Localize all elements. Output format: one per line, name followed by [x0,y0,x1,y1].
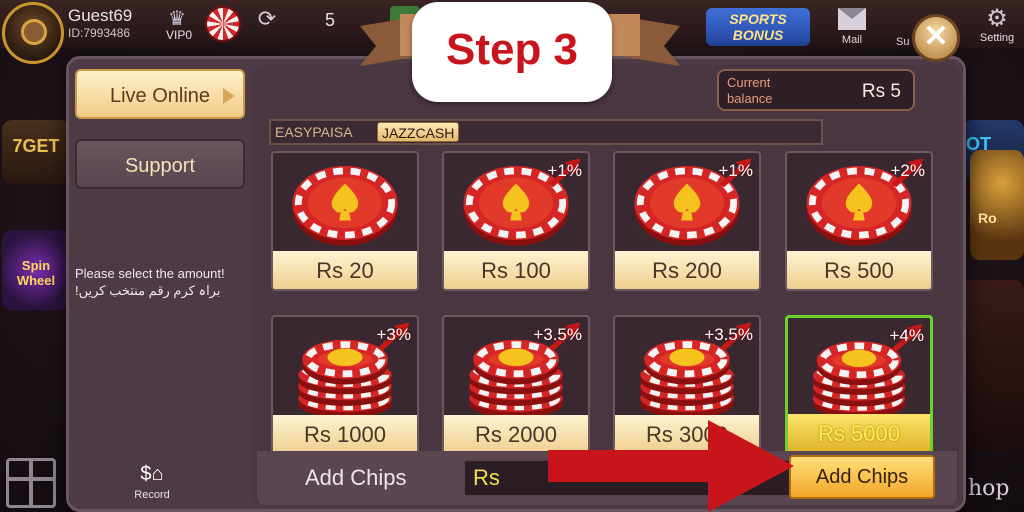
mail-icon [838,8,866,30]
tab-support[interactable]: Support [75,139,245,189]
step-label: Step 3 [412,2,612,102]
shop-label[interactable]: hop [968,476,1010,501]
settings-button[interactable]: ⚙ Setting [970,5,1024,45]
promo-7gets[interactable]: 7GET [2,120,70,184]
tab-live-online[interactable]: Live Online [75,69,245,119]
add-chips-modal: Live Online Support Please select the am… [66,56,966,512]
mail-button[interactable]: Mail [834,8,870,46]
add-chips-button[interactable]: Add Chips [789,455,935,499]
modal-sidebar: Live Online Support Please select the am… [69,59,253,509]
amount-label: Rs 20 [273,251,417,289]
record-icon: $⌂ [140,463,164,485]
bonus-percent: +2% [890,161,926,180]
close-icon[interactable]: ✕ [912,14,960,62]
mail-label: Mail [841,34,863,46]
gift-icon[interactable] [6,458,56,508]
arrow-right-icon [223,88,235,104]
poker-chip-icon [292,166,398,246]
bonus-percent: +3% [376,325,412,344]
amount-label: Rs 5000 [788,414,930,452]
amount-option[interactable]: +1% Rs 200 [613,151,761,291]
user-name: Guest69 [68,6,133,25]
refresh-icon[interactable]: ⟳ [252,6,282,36]
payment-method-bar: EASYPAISA JAZZCASH [269,119,823,145]
amount-label: Rs 100 [444,251,588,289]
tab-live-online-label: Live Online [109,85,211,107]
vip-badge[interactable]: ♛ VIP0 [158,2,200,42]
amount-label: Rs 500 [787,251,931,289]
record-button[interactable]: $⌂ Record [127,461,177,501]
method-easypaisa[interactable]: EASYPAISA [271,122,357,142]
add-chips-label: Add Chips [305,465,407,490]
tab-support-label: Support [124,155,196,177]
hint-english: Please select the amount! [75,266,225,281]
amount-option[interactable]: Rs 20 [271,151,419,291]
avatar[interactable] [2,2,64,64]
avatar-face-icon [21,19,47,45]
support-top-label[interactable]: Su [896,36,909,48]
amount-option[interactable]: +1% Rs 100 [442,151,590,291]
user-id: ID:7993486 [68,26,131,40]
method-jazzcash[interactable]: JAZZCASH [377,122,460,142]
crown-icon: ♛ [168,8,186,30]
arrow-right-annotation-icon [548,420,794,512]
amount-option[interactable]: +4% Rs 5000 [785,315,933,455]
bonus-percent: +1% [718,161,754,180]
current-balance: Current balance Rs 5 [717,69,915,111]
promo-right-game[interactable]: Ro [970,150,1024,260]
current-balance-label: Current balance [727,75,773,106]
promo-right-777[interactable] [962,280,1024,450]
settings-label: Setting [979,32,1015,44]
bonus-percent: +3.5% [704,325,753,344]
record-label: Record [134,489,170,501]
bonus-percent: +4% [889,326,925,345]
amount-option[interactable]: +3% Rs 1000 [271,315,419,455]
amount-label: Rs 1000 [273,415,417,453]
current-balance-value: Rs 5 [861,81,901,102]
gear-icon: ⚙ [986,5,1008,32]
amount-option[interactable]: +2% Rs 500 [785,151,933,291]
hint-urdu: براہ کرم رقم منتخب کریں! [75,283,221,298]
bonus-percent: +3.5% [533,325,582,344]
sports-bonus-button[interactable]: SPORTS BONUS [706,8,810,46]
top-balance: 5 [325,10,336,30]
bonus-percent: +1% [547,161,583,180]
chip-icon[interactable] [205,6,241,42]
promo-spin-wheel[interactable]: Spin Wheel [2,230,70,310]
select-amount-hint: Please select the amount! براہ کرم رقم م… [75,265,225,299]
amount-label: Rs 200 [615,251,759,289]
